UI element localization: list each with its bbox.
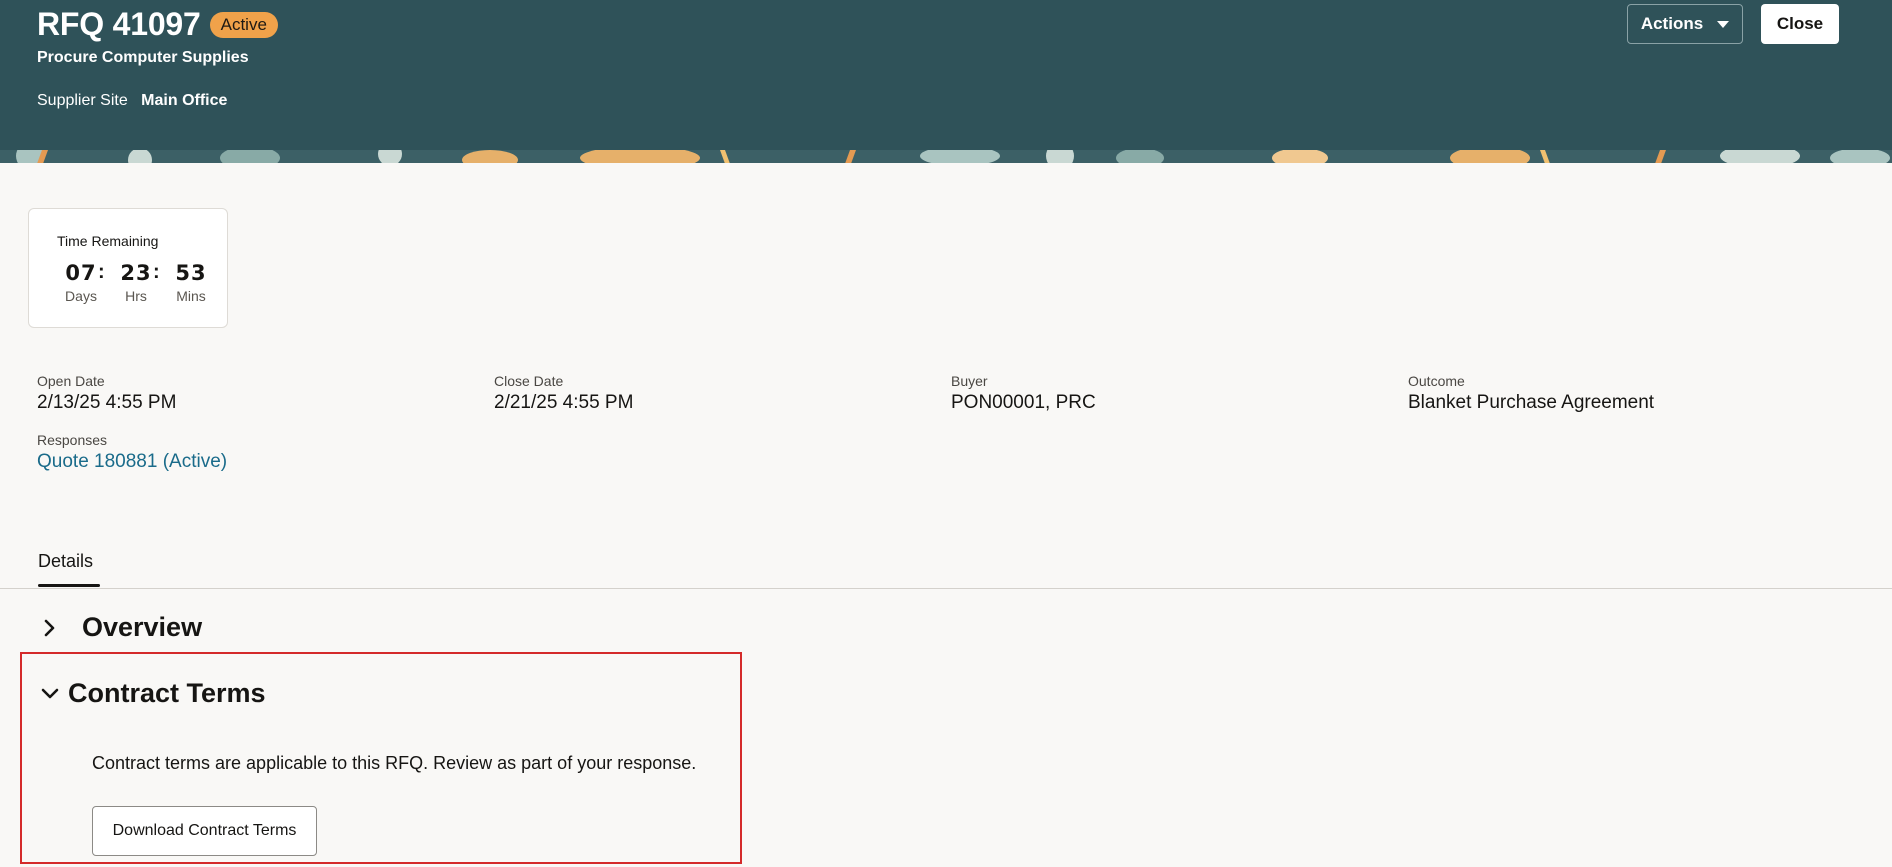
buyer-label: Buyer — [951, 373, 988, 389]
hrs-label: Hrs — [125, 288, 147, 304]
mins-unit: 53 Mins — [171, 261, 211, 304]
title-row: RFQ 41097 Active — [37, 6, 278, 43]
outcome-field: Outcome Blanket Purchase Agreement — [1408, 373, 1654, 414]
contract-terms-title: Contract Terms — [68, 678, 266, 708]
status-badge: Active — [209, 11, 278, 38]
open-date-value: 2/13/25 4:55 PM — [37, 392, 177, 413]
buyer-value: PON00001, PRC — [951, 392, 1096, 413]
mins-value: 53 — [175, 261, 207, 285]
tab-details[interactable]: Details — [38, 551, 93, 572]
time-separator: : — [98, 261, 105, 283]
days-unit: 07 Days — [61, 261, 101, 304]
time-separator: : — [153, 261, 160, 283]
supplier-site: Supplier Site Main Office — [37, 92, 227, 110]
outcome-label: Outcome — [1408, 373, 1465, 389]
responses-label: Responses — [37, 432, 108, 448]
chevron-down-icon — [41, 688, 59, 698]
time-remaining-label: Time Remaining — [57, 233, 159, 249]
actions-label: Actions — [1640, 14, 1704, 33]
close-date-value: 2/21/25 4:55 PM — [494, 392, 634, 413]
days-value: 07 — [65, 261, 97, 285]
hrs-unit: 23 Hrs — [116, 261, 156, 304]
responses-field: Responses Quote 180881 (Active) — [37, 432, 227, 473]
page-title: RFQ 41097 — [37, 6, 201, 42]
overview-title: Overview — [82, 612, 203, 642]
outcome-value: Blanket Purchase Agreement — [1408, 392, 1655, 413]
overview-section-header[interactable]: Overview — [38, 612, 202, 643]
contract-terms-header[interactable]: Contract Terms — [38, 678, 266, 709]
buyer-field: Buyer PON00001, PRC — [951, 373, 1096, 414]
close-date-field: Close Date 2/21/25 4:55 PM — [494, 373, 633, 414]
supplier-site-label: Supplier Site — [37, 92, 128, 109]
mins-label: Mins — [176, 288, 206, 304]
caret-down-icon — [1717, 20, 1730, 28]
decorative-banner — [0, 150, 1892, 163]
open-date-field: Open Date 2/13/25 4:55 PM — [37, 373, 176, 414]
actions-menu-button[interactable]: Actions — [1627, 4, 1743, 44]
banner-pattern — [0, 150, 1892, 163]
supplier-site-value: Main Office — [141, 92, 228, 109]
hrs-value: 23 — [120, 261, 152, 285]
tab-selected-indicator — [38, 584, 100, 587]
close-date-label: Close Date — [494, 373, 564, 389]
close-button[interactable]: Close — [1761, 4, 1839, 44]
days-label: Days — [65, 288, 97, 304]
contract-terms-text: Contract terms are applicable to this RF… — [92, 753, 697, 773]
page-subtitle: Procure Computer Supplies — [37, 49, 249, 66]
time-remaining-card: Time Remaining 07 Days : 23 Hrs : 53 Min… — [28, 208, 228, 328]
open-date-label: Open Date — [37, 373, 105, 389]
page-header: RFQ 41097 Active Procure Computer Suppli… — [0, 0, 1892, 150]
contract-terms-section: Contract Terms Contract terms are applic… — [20, 652, 742, 864]
download-contract-terms-button[interactable]: Download Contract Terms — [92, 806, 317, 856]
tab-divider — [0, 588, 1892, 589]
responses-link[interactable]: Quote 180881 (Active) — [37, 451, 227, 473]
chevron-right-icon — [44, 619, 55, 636]
